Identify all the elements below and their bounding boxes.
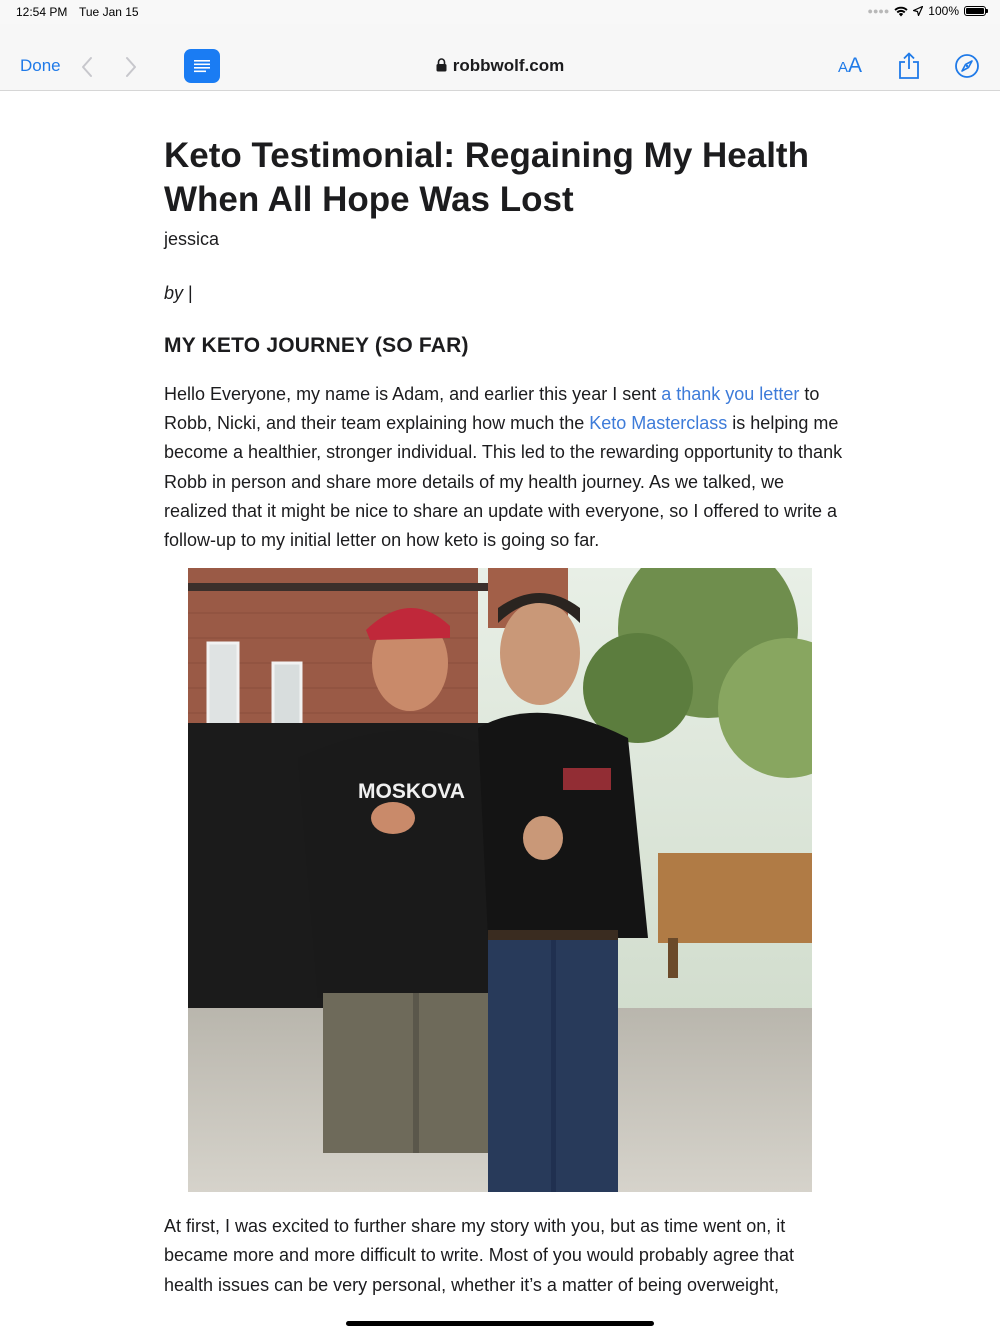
text-size-small-glyph: A (838, 59, 849, 76)
status-right: ●●●● 100% (867, 4, 988, 18)
thank-you-letter-link[interactable]: a thank you letter (661, 384, 799, 404)
section-heading: MY KETO JOURNEY (SO FAR) (164, 334, 469, 357)
byline-prefix: by (164, 283, 184, 303)
paragraph-1-text-c: is helping me become a healthier, strong… (164, 413, 843, 551)
battery-icon (964, 6, 988, 16)
text-size-button[interactable]: AA (838, 54, 862, 78)
article-title: Keto Testimonial: Regaining My Health Wh… (164, 136, 809, 219)
signal-icon: ●●●● (867, 6, 890, 16)
paragraph-1: Hello Everyone, my name is Adam, and ear… (164, 380, 844, 555)
paragraph-2: At first, I was excited to further share… (164, 1216, 794, 1295)
article-byline: by | (164, 283, 844, 304)
keto-masterclass-link[interactable]: Keto Masterclass (589, 413, 727, 433)
address-domain: robbwolf.com (452, 56, 565, 75)
article-author: jessica (164, 229, 220, 249)
article: Keto Testimonial: Regaining My Health Wh… (164, 134, 844, 1300)
article-photo: MOSKOVA (188, 568, 812, 1193)
battery-percent: 100% (928, 4, 959, 18)
share-icon[interactable] (897, 52, 921, 80)
paragraph-1-text-a: Hello Everyone, my name is Adam, and ear… (164, 384, 662, 404)
status-date: Tue Jan 15 (79, 5, 139, 19)
status-bar: 12:54 PM Tue Jan 15 ●●●● 100% (0, 0, 1000, 24)
status-time: 12:54 PM (16, 5, 68, 19)
home-indicator[interactable] (346, 1321, 654, 1326)
text-size-big-glyph: A (848, 54, 863, 77)
compass-icon[interactable] (954, 53, 980, 79)
shirt-text: MOSKOVA (358, 780, 465, 803)
wifi-icon (894, 6, 908, 16)
location-icon (913, 6, 924, 16)
lock-icon (436, 58, 447, 72)
byline-separator: | (188, 283, 193, 303)
